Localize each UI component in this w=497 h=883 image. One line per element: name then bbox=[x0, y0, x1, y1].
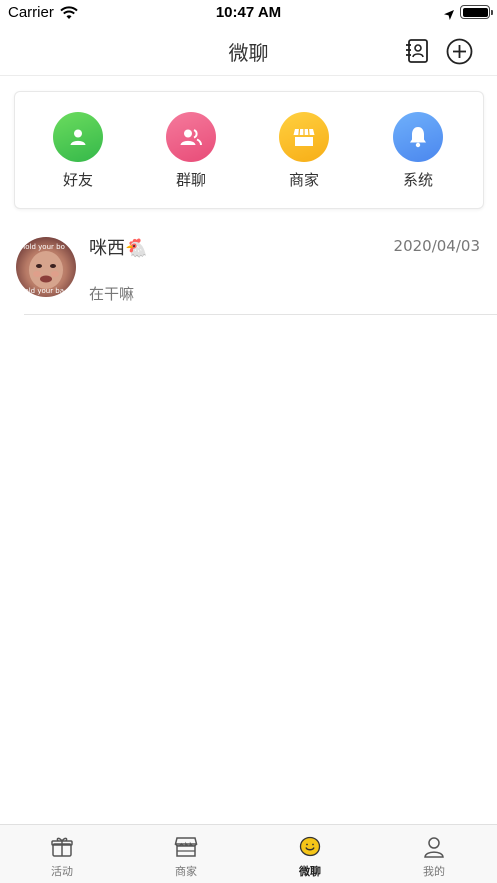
tab-label: 我的 bbox=[423, 865, 445, 878]
chat-last-message: 在干嘛 bbox=[89, 285, 135, 303]
nav-bar: 微聊 bbox=[0, 26, 497, 76]
chat-bubble-icon bbox=[299, 836, 321, 857]
tab-merchant[interactable]: 商家 bbox=[151, 835, 221, 879]
battery-icon bbox=[460, 5, 493, 19]
clock: 10:47 AM bbox=[215, 4, 282, 21]
category-label: 系统 bbox=[402, 171, 433, 189]
avatar-caption: Hold your bo bbox=[20, 243, 65, 251]
gift-icon bbox=[51, 837, 73, 857]
category-label: 群聊 bbox=[175, 171, 206, 189]
tab-label: 活动 bbox=[51, 865, 73, 878]
category-card: 好友 群聊 商家 系统 bbox=[14, 91, 484, 209]
contacts-book-button[interactable] bbox=[404, 38, 430, 64]
add-button[interactable] bbox=[446, 38, 473, 65]
divider bbox=[24, 314, 497, 315]
contacts-book-icon bbox=[406, 39, 428, 63]
tab-bar: 活动 商家 微聊 我的 bbox=[0, 824, 497, 883]
tab-chat[interactable]: 微聊 bbox=[275, 835, 345, 879]
bell-icon bbox=[393, 112, 443, 162]
tab-label: 商家 bbox=[175, 865, 197, 878]
category-group-chat[interactable]: 群聊 bbox=[151, 112, 231, 190]
category-merchant[interactable]: 商家 bbox=[264, 112, 344, 190]
category-system[interactable]: 系统 bbox=[378, 112, 458, 190]
category-label: 好友 bbox=[62, 171, 93, 189]
avatar: Hold your bo hold your ba bbox=[16, 237, 76, 297]
group-icon bbox=[166, 112, 216, 162]
app-screen: Carrier 10:47 AM 微聊 好友 群聊 商家 系统 Hold you… bbox=[0, 0, 497, 883]
tab-me[interactable]: 我的 bbox=[399, 835, 469, 879]
person-icon bbox=[53, 112, 103, 162]
chat-date: 2020/04/03 bbox=[393, 237, 480, 255]
user-icon bbox=[424, 837, 444, 858]
tab-activity[interactable]: 活动 bbox=[27, 835, 97, 879]
store-icon bbox=[279, 112, 329, 162]
location-arrow-icon bbox=[443, 6, 455, 25]
status-bar: Carrier 10:47 AM bbox=[0, 0, 497, 26]
plus-circle-icon bbox=[446, 38, 473, 65]
tab-label: 微聊 bbox=[299, 865, 321, 878]
chat-list-item[interactable]: Hold your bo hold your ba 咪西🐔 2020/04/03… bbox=[0, 222, 497, 315]
chat-name: 咪西🐔 bbox=[89, 238, 148, 259]
avatar-caption: hold your ba bbox=[20, 287, 65, 295]
category-label: 商家 bbox=[288, 171, 319, 189]
store-icon bbox=[174, 837, 198, 857]
category-friends[interactable]: 好友 bbox=[38, 112, 118, 190]
